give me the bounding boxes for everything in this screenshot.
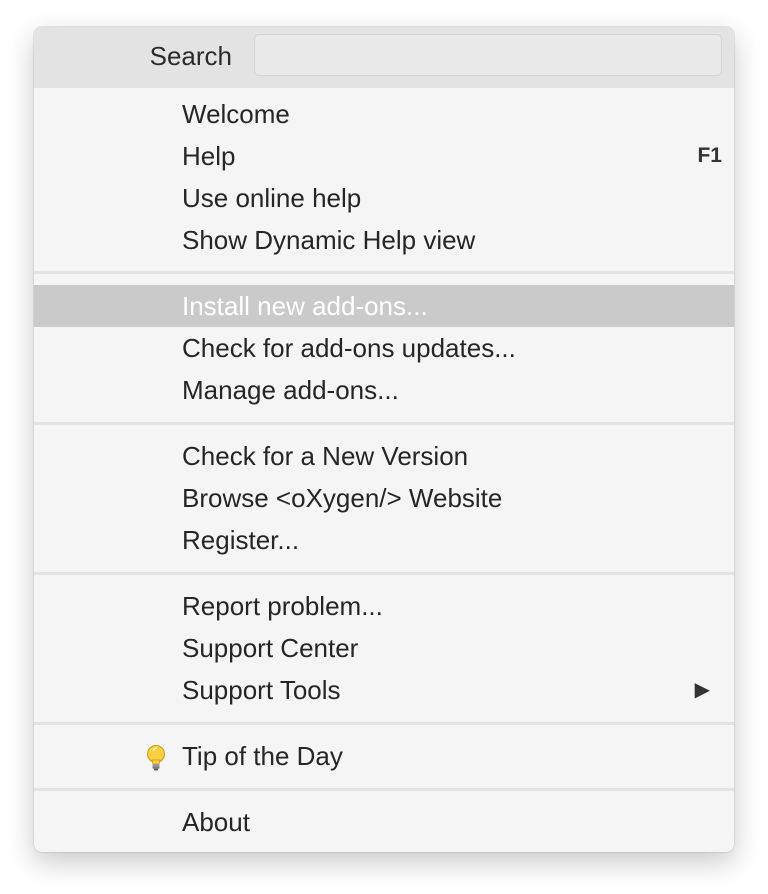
menu-item-help[interactable]: Help F1 xyxy=(34,135,734,177)
menu-item-check-for-new-version[interactable]: Check for a New Version xyxy=(34,435,734,477)
help-menu: Search Welcome Help F1 Use online help S… xyxy=(34,27,734,852)
menu-item-welcome[interactable]: Welcome xyxy=(34,93,734,135)
menu-item-check-for-add-ons-updates[interactable]: Check for add-ons updates... xyxy=(34,327,734,369)
shortcut-label: F1 xyxy=(697,144,722,167)
menu-item-label: Install new add-ons... xyxy=(182,291,428,321)
menu-item-label: Check for add-ons updates... xyxy=(182,333,516,363)
menu-item-tip-of-the-day[interactable]: Tip of the Day xyxy=(34,735,734,777)
menu-item-support-tools[interactable]: Support Tools ▶ xyxy=(34,669,734,711)
menu-separator xyxy=(34,572,734,575)
menu-item-show-dynamic-help-view[interactable]: Show Dynamic Help view xyxy=(34,219,734,261)
search-label: Search xyxy=(149,41,232,71)
menu-item-label: Use online help xyxy=(182,183,362,213)
menu-item-label: Help xyxy=(182,141,236,171)
menu-item-manage-add-ons[interactable]: Manage add-ons... xyxy=(34,369,734,411)
menu-separator xyxy=(34,722,734,725)
menu-item-label: Tip of the Day xyxy=(182,741,343,771)
menu-separator xyxy=(34,271,734,274)
menu-item-install-new-add-ons[interactable]: Install new add-ons... xyxy=(34,285,734,327)
menu-separator xyxy=(34,422,734,425)
menu-item-support-center[interactable]: Support Center xyxy=(34,627,734,669)
search-input[interactable] xyxy=(254,34,722,76)
triangle-right-icon: ▶ xyxy=(694,679,710,701)
menu-item-label: Report problem... xyxy=(182,591,383,621)
menu-item-label: Browse <oXygen/> Website xyxy=(182,483,503,513)
menu-item-use-online-help[interactable]: Use online help xyxy=(34,177,734,219)
search-row: Search xyxy=(34,27,734,88)
menu-item-label: Welcome xyxy=(182,99,290,129)
menu-item-label: Manage add-ons... xyxy=(182,375,399,405)
menu-item-label: About xyxy=(182,807,250,837)
menu-item-register[interactable]: Register... xyxy=(34,519,734,561)
menu-item-report-problem[interactable]: Report problem... xyxy=(34,585,734,627)
menu-item-label: Support Tools xyxy=(182,675,341,705)
lightbulb-icon xyxy=(147,745,165,771)
menu-item-label: Support Center xyxy=(182,633,359,663)
menu-separator xyxy=(34,788,734,791)
menu-item-about[interactable]: About xyxy=(34,801,734,843)
menu-item-browse-website[interactable]: Browse <oXygen/> Website xyxy=(34,477,734,519)
menu-item-label: Check for a New Version xyxy=(182,441,469,471)
menu-item-label: Show Dynamic Help view xyxy=(182,225,476,255)
menu-item-label: Register... xyxy=(182,525,300,555)
